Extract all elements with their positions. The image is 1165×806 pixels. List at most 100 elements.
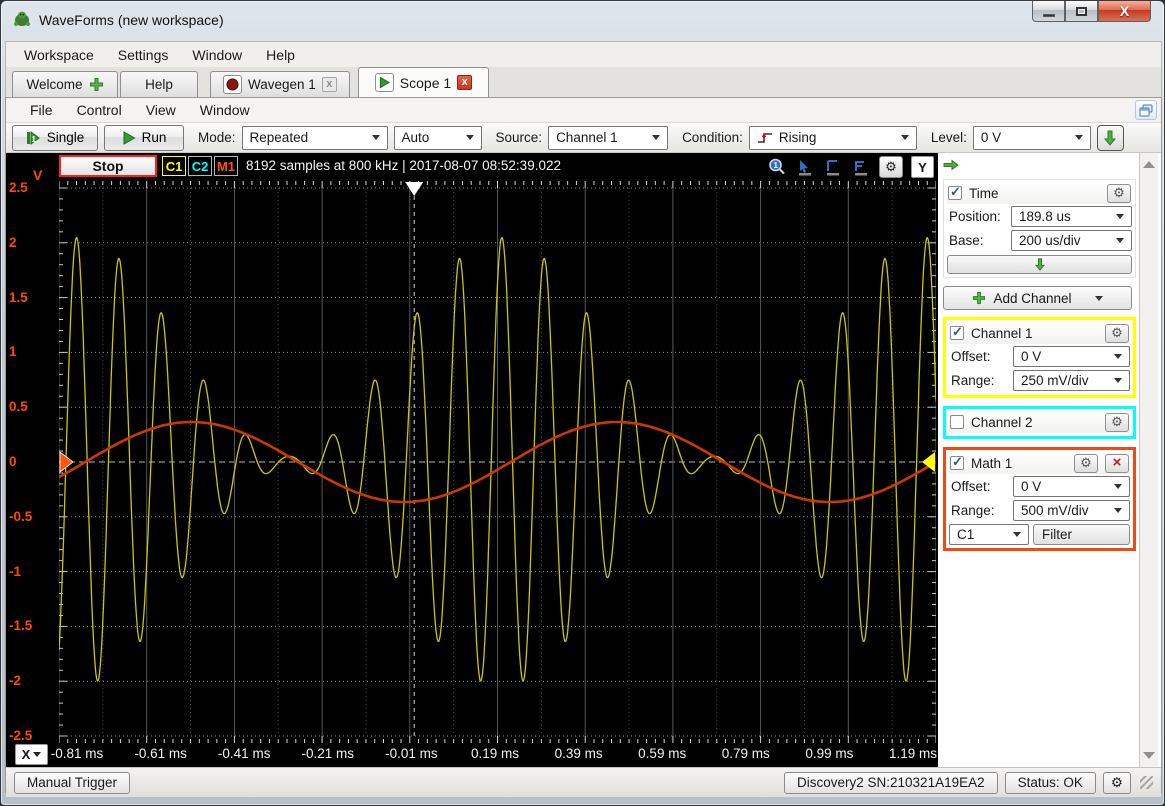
scope-menu-item-window[interactable]: Window [188,99,262,121]
channel2-group: Channel 2 ⚙ [943,406,1136,439]
x-axis-label: 0.99 ms [805,746,854,761]
trigger-mode-select[interactable]: Auto [393,125,482,150]
math1-checkbox[interactable] [950,454,964,470]
math1-label: Math 1 [971,455,1013,471]
y-axis-label: -2 [9,673,22,689]
tab-scope-close-icon[interactable]: x [457,75,473,90]
scope-side-panel: Time ⚙ Position: 189.8 us Base: 200 us/d… [938,153,1139,767]
math1-settings-button[interactable]: ⚙ [1074,453,1098,473]
plot-settings-button[interactable]: ⚙ [879,156,903,178]
y-axis-label: 1 [9,344,17,360]
channel1-range-label: Range: [951,373,995,388]
scroll-down-icon[interactable] [1143,752,1155,759]
tab-wavegen-close-icon[interactable]: x [321,77,337,92]
run-button[interactable]: Run [104,124,184,151]
mode-value: Repeated [249,130,309,145]
x-axis-button[interactable]: X [15,744,48,765]
scope-display[interactable]: Stop C1 C2 M1 8192 samples at 800 kHz | 20… [6,153,938,767]
manual-trigger-button[interactable]: Manual Trigger [14,771,131,794]
mode-select[interactable]: Repeated [241,125,388,150]
math1-delete-button[interactable]: × [1105,453,1129,473]
time-expand-button[interactable] [947,255,1132,274]
channel1-group: Channel 1 ⚙ Offset: 0 V Range: 250 mV/di… [943,317,1136,398]
channel2-checkbox[interactable] [950,415,964,429]
single-button[interactable]: 1 Single [12,124,98,151]
sample-info: 8192 samples at 800 kHz | 2017-08-07 08:… [246,158,561,173]
status-button[interactable]: Status: OK [1004,771,1096,794]
scope-menu-item-control[interactable]: Control [65,99,134,121]
chevron-down-icon [1114,354,1122,359]
y-axis-unit: V [33,167,43,183]
chevron-down-icon [1114,378,1122,383]
tab-scope[interactable]: Scope 1 x [357,67,490,97]
math1-offset-select[interactable]: 0 V [1013,476,1130,497]
channel1-offset-select[interactable]: 0 V [1013,346,1130,367]
menu-item-workspace[interactable]: Workspace [12,44,106,66]
add-channel-button[interactable]: Add Channel [943,286,1132,310]
position-select[interactable]: 189.8 us [1011,206,1132,227]
channel1-checkbox[interactable] [950,324,964,340]
source-label: Source: [495,130,543,145]
chevron-down-icon [1114,484,1122,489]
source-value: Channel 1 [556,130,618,145]
condition-select[interactable]: Rising [748,125,917,150]
time-checkbox[interactable] [948,184,962,200]
badge-c2[interactable]: C2 [188,156,212,176]
y-axis-button[interactable]: Y [911,156,934,178]
minimize-button[interactable] [1032,1,1065,22]
pointer-cursor-icon[interactable] [795,157,815,177]
channel1-settings-button[interactable]: ⚙ [1105,323,1129,343]
trigger-level-apply-button[interactable] [1096,124,1124,151]
title-bar[interactable]: WaveForms (new workspace) X [1,1,1164,39]
scope-status-icon [374,73,394,92]
math1-range-select[interactable]: 500 mV/div [1013,500,1130,521]
y-axis-label: -2.5 [9,728,33,743]
maximize-button[interactable] [1065,1,1098,22]
badge-m1[interactable]: M1 [214,156,238,176]
svg-text:1: 1 [774,161,779,170]
panel-scrollbar[interactable] [1139,153,1158,767]
scope-menu-item-view[interactable]: View [134,99,188,121]
single-label: Single [46,130,85,145]
channel1-range-select[interactable]: 250 mV/div [1013,370,1130,391]
single-icon: 1 [26,130,40,145]
tab-help[interactable]: Help [120,71,198,97]
vertical-cursor-icon[interactable] [851,157,871,177]
tab-wavegen[interactable]: Wavegen 1 x [210,71,350,97]
run-icon [123,130,136,145]
math1-source-select[interactable]: C1 [949,524,1029,545]
resize-grip[interactable] [1140,776,1153,789]
dock-icon[interactable] [1135,100,1157,120]
position-value: 189.8 us [1019,209,1071,224]
device-button[interactable]: Discovery2 SN:210321A19EA2 [784,771,998,794]
channel1-label: Channel 1 [971,325,1033,341]
collapse-panel-icon[interactable] [943,159,1136,173]
level-select[interactable]: 0 V [972,125,1091,150]
menu-item-help[interactable]: Help [254,44,307,66]
source-select[interactable]: Channel 1 [548,125,669,150]
channel2-settings-button[interactable]: ⚙ [1105,412,1129,432]
menu-item-window[interactable]: Window [180,44,254,66]
green-down-arrow-icon [1034,258,1045,271]
scope-plot[interactable] [59,181,936,743]
math1-filter-button[interactable]: Filter [1033,524,1130,545]
tab-welcome[interactable]: Welcome [12,71,118,97]
math1-source-value: C1 [957,527,975,542]
base-select[interactable]: 200 us/div [1011,230,1132,251]
device-settings-button[interactable]: ⚙ [1102,771,1131,794]
time-settings-button[interactable]: ⚙ [1107,183,1131,203]
run-label: Run [141,130,167,145]
stop-button[interactable]: Stop [59,155,157,177]
base-value: 200 us/div [1019,233,1081,248]
horizontal-cursor-icon[interactable] [823,157,843,177]
menu-item-settings[interactable]: Settings [106,44,181,66]
scope-window: File Control View Window 1 Single Run Mode:… [5,97,1162,797]
zoom-icon[interactable]: 1 [767,157,787,177]
app-icon [14,11,30,26]
scope-menu-item-file[interactable]: File [18,99,65,121]
close-button[interactable]: X [1098,1,1151,22]
scroll-up-icon[interactable] [1143,161,1155,168]
trigger-position-marker [405,182,424,196]
tab-help-label: Help [145,77,173,92]
badge-c1[interactable]: C1 [162,156,186,176]
